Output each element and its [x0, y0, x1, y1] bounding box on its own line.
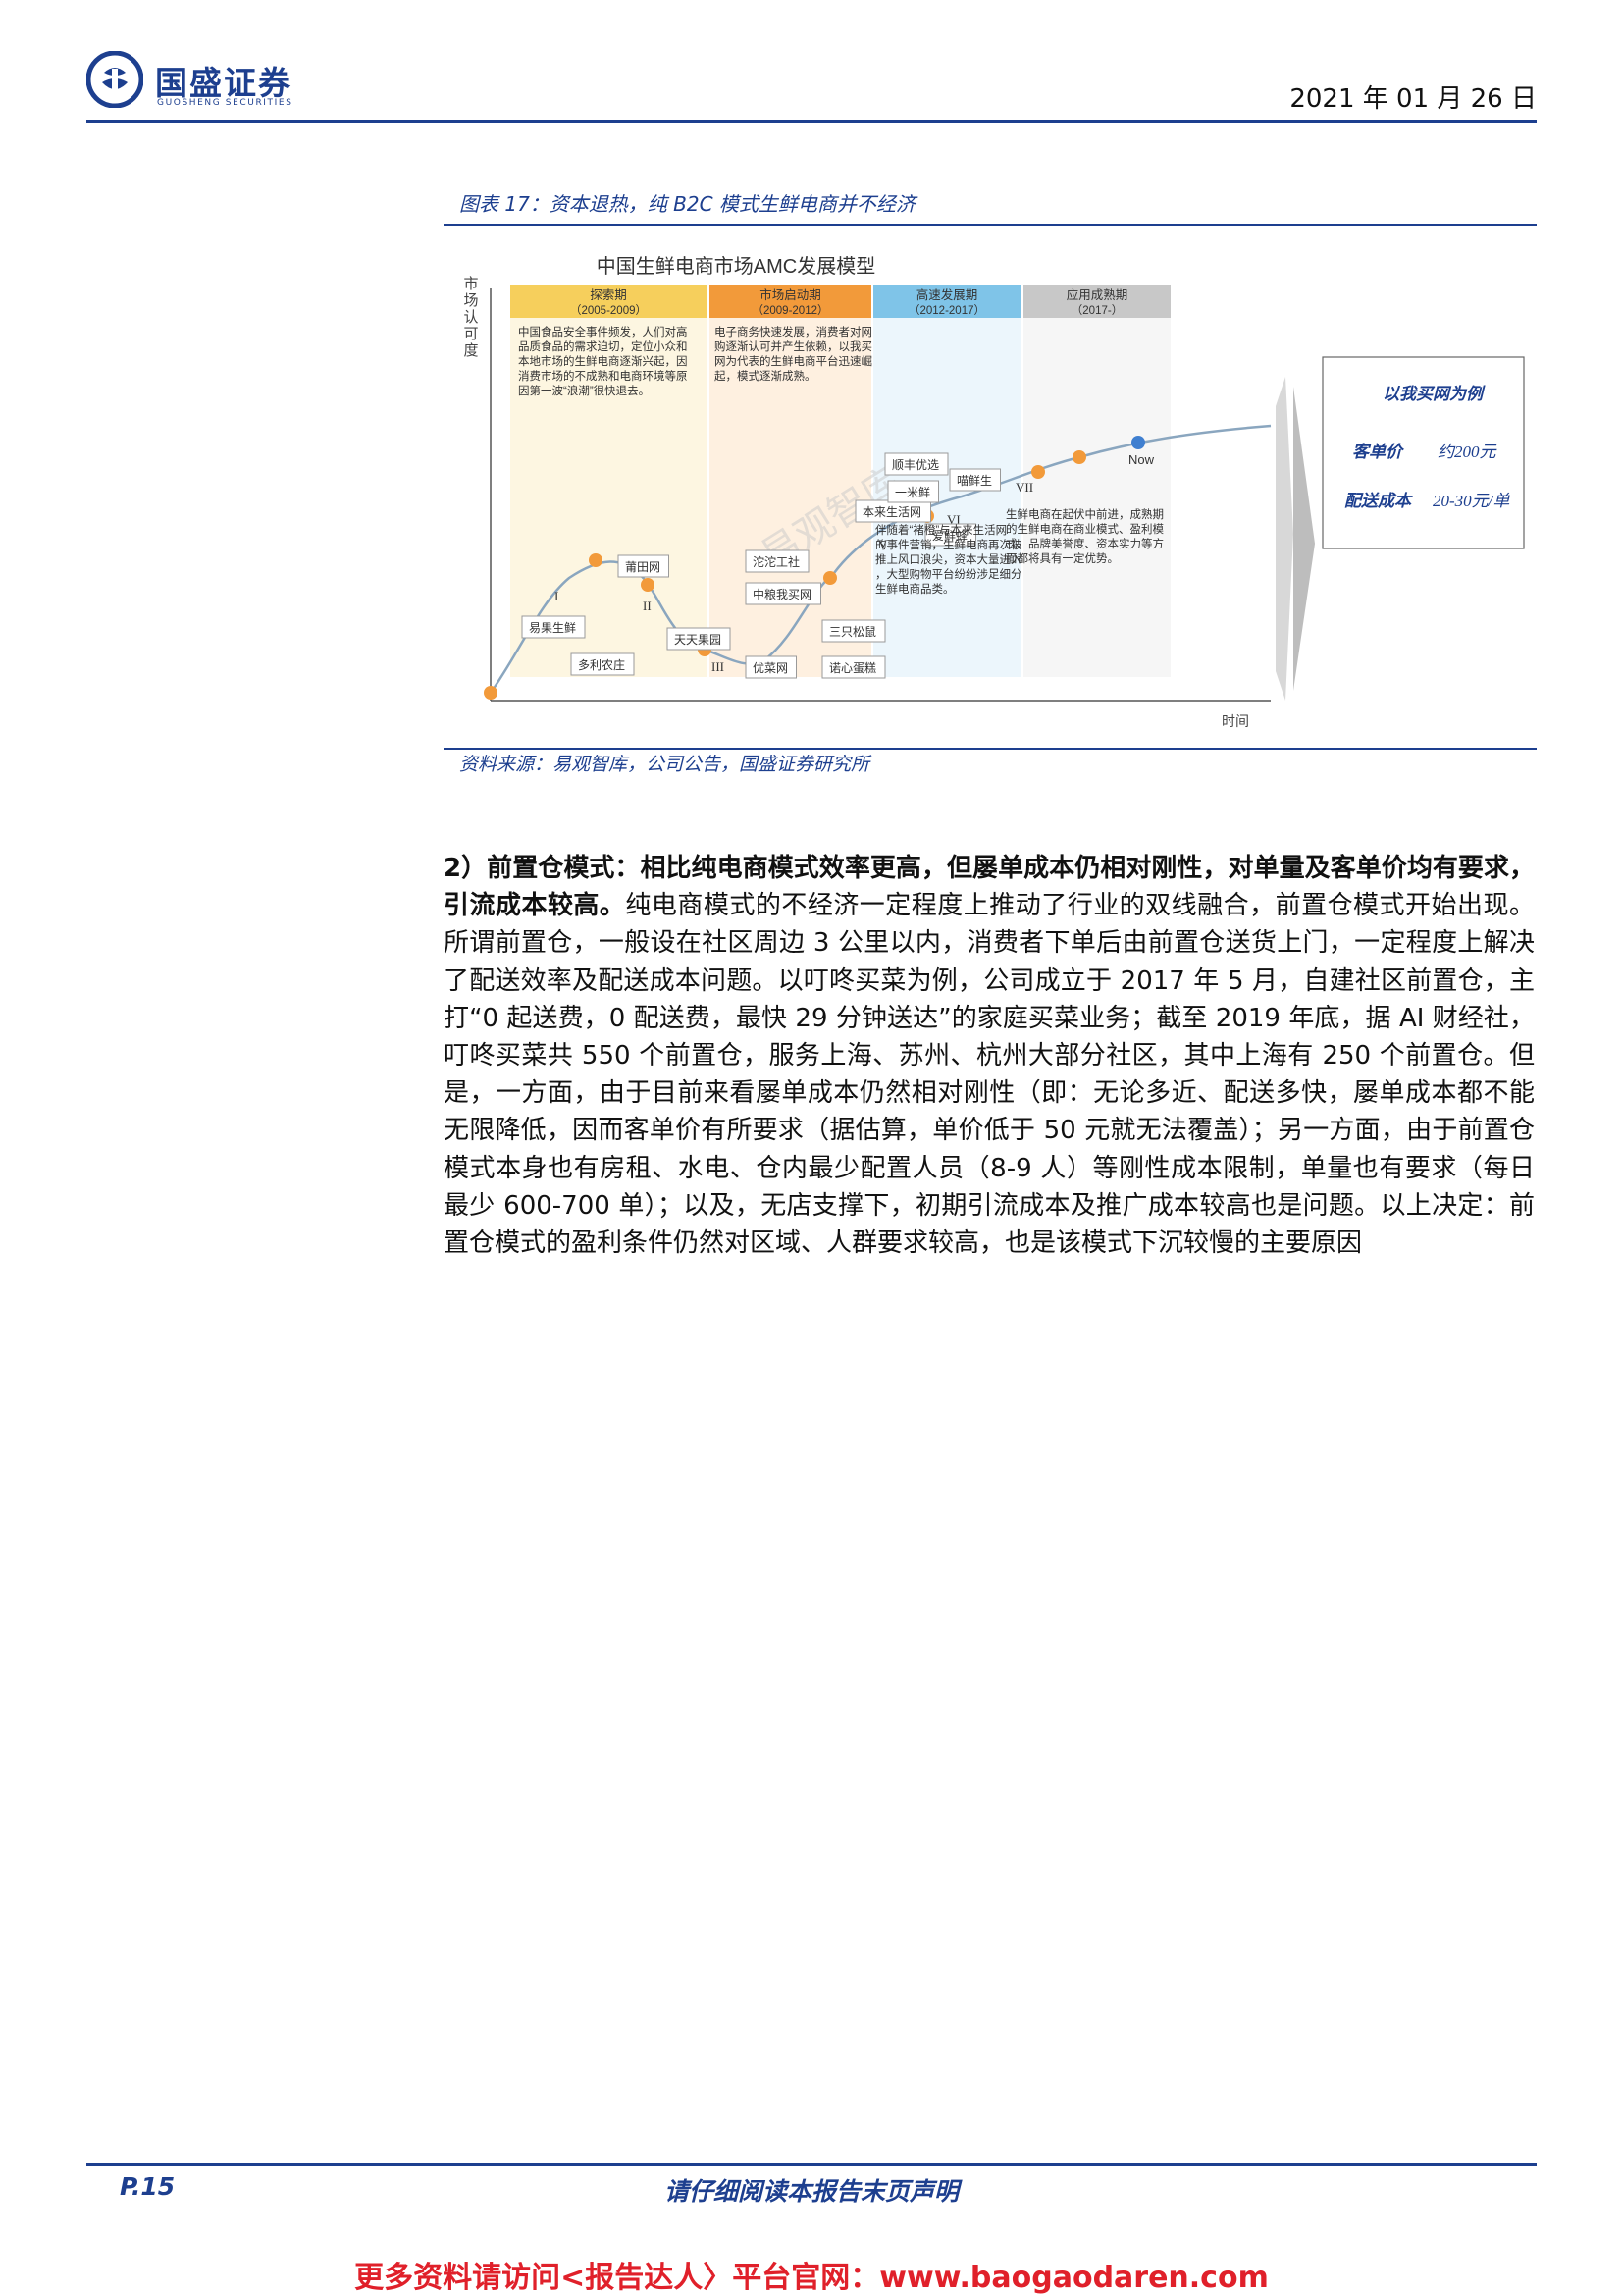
stage-years: （2009-2012） [753, 304, 829, 317]
curve-point [641, 578, 654, 592]
company-name: 顺丰优选 [892, 458, 939, 472]
brand-name-en: GUOSHENG SECURITIES [157, 98, 293, 108]
phase-label: VII [1016, 480, 1033, 495]
company-name: 天天果园 [674, 633, 721, 647]
company-name: 喵鲜生 [957, 474, 992, 488]
callout-arrow [1276, 377, 1293, 701]
company-box: 多利农庄 [570, 652, 635, 676]
company-box: 沱沱工社 [745, 549, 810, 573]
callout-label-price: 客单价 [1352, 443, 1405, 461]
y-axis-label-text: 市场认可度 [463, 276, 478, 359]
diagram-title: 中国生鲜电商市场AMC发展模型 [597, 255, 875, 278]
stage-years: （2017-） [1072, 304, 1123, 317]
company-name: 三只松鼠 [829, 625, 876, 639]
company-name: 中粮我买网 [753, 587, 812, 601]
company-name: 易果生鲜 [529, 621, 576, 635]
company-name: 多利农庄 [578, 657, 625, 672]
footer-divider [86, 2163, 1537, 2166]
company-name: 诺心蛋糕 [829, 661, 876, 675]
company-name: 莆田网 [625, 560, 660, 574]
company-box: 易果生鲜 [521, 615, 586, 639]
company-box: 三只松鼠 [821, 619, 886, 643]
header-divider [86, 120, 1537, 123]
figure-caption: 图表 17：资本退热，纯 B2C 模式生鲜电商并不经济 [459, 192, 916, 216]
stage-name: 应用成熟期 [1067, 287, 1128, 302]
company-box: 诺心蛋糕 [821, 655, 886, 679]
company-box: 中粮我买网 [745, 582, 821, 605]
phase-label: III [711, 659, 724, 674]
stage-name: 探索期 [590, 288, 627, 302]
company-name: 沱沱工社 [753, 554, 800, 569]
report-date: 2021 年 01 月 26 日 [1289, 84, 1537, 114]
stage-years: （2005-2009） [570, 304, 647, 317]
x-axis-label: 时间 [1222, 713, 1249, 729]
company-name: 优菜网 [753, 661, 788, 675]
stage-4: 应用成熟期 （2017-） [1023, 285, 1171, 677]
paragraph-text: 纯电商模式的不经济一定程度上推动了行业的双线融合，前置仓模式开始出现。所谓前置仓… [444, 891, 1535, 1259]
company-box: 优菜网 [745, 655, 797, 679]
stage-name: 高速发展期 [916, 287, 978, 302]
company-box: 天天果园 [666, 627, 731, 651]
curve-point [484, 686, 497, 700]
brand-logo: 国盛证券 GUOSHENG SECURITIES [86, 51, 341, 120]
company-box: 喵鲜生 [949, 468, 1001, 492]
brand-name-cn: 国盛证券 [155, 64, 292, 102]
curve-point [823, 571, 837, 585]
company-box: 一米鲜 [887, 480, 939, 503]
curve-point [589, 553, 602, 567]
guosheng-logo-icon [86, 51, 143, 108]
callout-value-price: 约200元 [1438, 443, 1498, 461]
stage-name: 市场启动期 [759, 287, 821, 302]
callout-value-cost: 20-30元/单 [1433, 492, 1510, 510]
curve-point [1073, 450, 1086, 464]
now-label: Now [1128, 452, 1155, 467]
body-paragraph: 2）前置仓模式：相比纯电商模式效率更高，但屡单成本仍相对刚性，对单量及客单价均有… [444, 850, 1535, 1262]
promo-link[interactable]: 更多资料请访问<报告达人〉平台官网：www.baogaodaren.com [0, 2253, 1623, 2296]
figure-source: 资料来源：易观智库，公司公告，国盛证券研究所 [459, 754, 870, 775]
company-box: 本来生活网 [855, 499, 931, 523]
stage-years: （2012-2017） [909, 304, 985, 317]
callout-label-cost: 配送成本 [1344, 492, 1414, 510]
phase-label: I [554, 589, 558, 603]
curve-point [1031, 465, 1045, 479]
company-box: 顺丰优选 [884, 452, 949, 476]
phase-label: II [643, 599, 652, 613]
callout-box: 以我买网为例 客单价 约200元 配送成本 20-30元/单 [1322, 356, 1525, 549]
figure-top-divider [444, 224, 1537, 226]
y-axis-label: 市场认可度 [463, 276, 478, 359]
footer-disclaimer: 请仔细阅读本报告末页声明 [663, 2177, 959, 2206]
callout-title: 以我买网为例 [1383, 385, 1486, 403]
company-name: 一米鲜 [895, 486, 930, 499]
company-name: 本来生活网 [863, 505, 921, 519]
company-box: 莆田网 [617, 554, 669, 578]
amc-model-diagram: 中国生鲜电商市场AMC发展模型 市场认可度 探索期 （2005-2009） 市场启动… [463, 255, 1525, 729]
callout-arrow-tip [1293, 387, 1315, 691]
curve-point-now [1131, 436, 1145, 449]
page-number: P.15 [120, 2172, 176, 2201]
